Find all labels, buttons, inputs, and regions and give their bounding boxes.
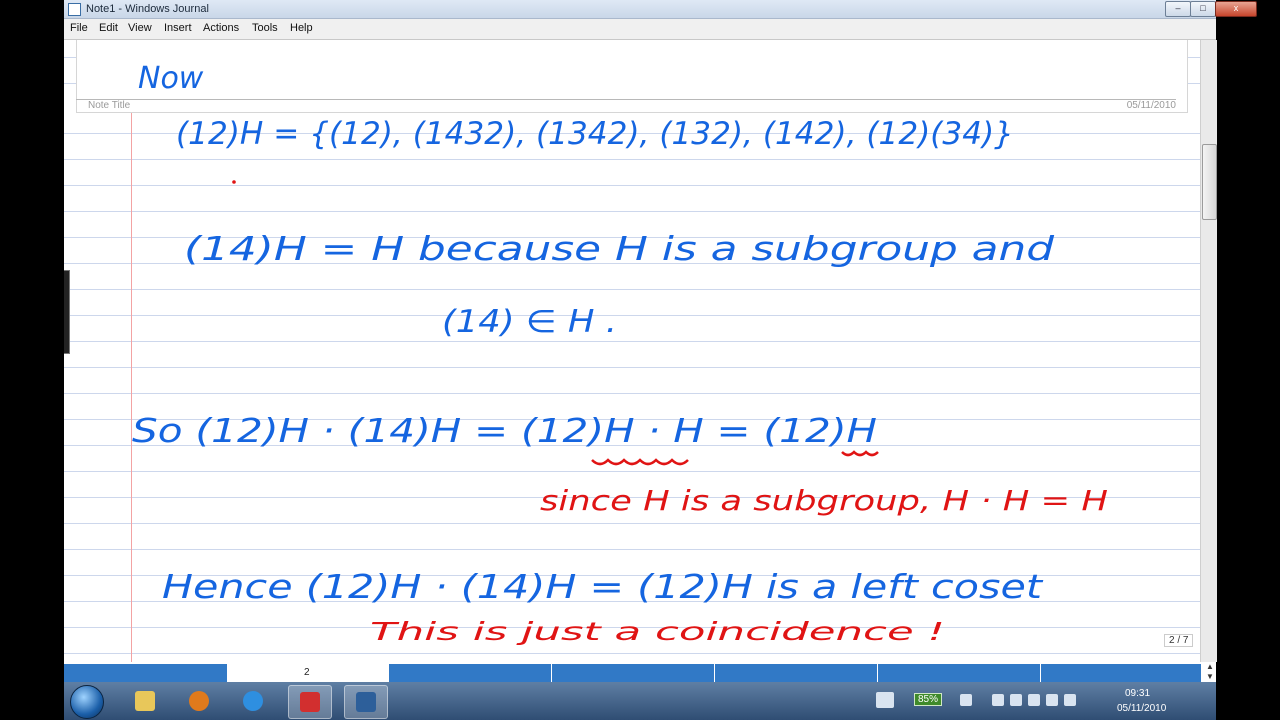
page-tab[interactable] bbox=[64, 664, 228, 682]
ink-underbrace-HH bbox=[591, 458, 689, 466]
page-indicator: 2 / 7 bbox=[1164, 634, 1194, 647]
media-player-taskbar-button[interactable] bbox=[178, 685, 220, 717]
pdf-taskbar-button[interactable] bbox=[288, 685, 332, 719]
menu-tools[interactable]: Tools bbox=[252, 22, 278, 34]
journal-taskbar-button[interactable] bbox=[344, 685, 388, 719]
explorer-taskbar-button[interactable] bbox=[124, 685, 166, 717]
ink-14H-eq-H: (14)H = H because H is a subgroup and bbox=[184, 229, 1055, 268]
scroll-thumb[interactable] bbox=[1202, 144, 1217, 220]
page-strip: 2 ▲ ▼ bbox=[64, 662, 1216, 682]
menu-bar: File Edit View Insert Actions Tools Help bbox=[64, 19, 1216, 40]
power-icon[interactable] bbox=[1028, 694, 1040, 706]
ink-now: Now bbox=[138, 61, 204, 96]
note-canvas[interactable]: Note Title 05/11/2010 Now (12)H = {(12),… bbox=[64, 40, 1200, 662]
clock-time[interactable]: 09:31 bbox=[1125, 688, 1150, 699]
menu-view[interactable]: View bbox=[128, 22, 152, 34]
volume-icon[interactable] bbox=[1064, 694, 1076, 706]
page-tab[interactable] bbox=[389, 664, 552, 682]
internet-explorer-icon bbox=[243, 691, 263, 711]
journal-app-icon bbox=[68, 3, 81, 16]
ink-14-in-H: (14) ∈ H . bbox=[442, 304, 617, 340]
start-button[interactable] bbox=[70, 685, 104, 719]
ink-underbrace-H bbox=[841, 450, 879, 457]
page-scroll-arrows[interactable]: ▲ ▼ bbox=[1204, 662, 1216, 682]
menu-help[interactable]: Help bbox=[290, 22, 313, 34]
ink-hence: Hence (12)H · (14)H = (12)H is a left co… bbox=[162, 567, 1043, 606]
vertical-scrollbar[interactable] bbox=[1200, 40, 1217, 662]
minimize-button[interactable]: – bbox=[1165, 1, 1191, 17]
flag-icon[interactable] bbox=[1010, 694, 1022, 706]
wifi-icon[interactable] bbox=[1046, 694, 1058, 706]
ink-since-note: since H is a subgroup, H · H = H bbox=[540, 484, 1108, 517]
window-title-bar[interactable]: Note1 - Windows Journal – □ x bbox=[64, 0, 1257, 19]
ink-so-product: So (12)H · (14)H = (12)H · H = (12)H bbox=[132, 411, 877, 450]
menu-insert[interactable]: Insert bbox=[164, 22, 192, 34]
maximize-button[interactable]: □ bbox=[1190, 1, 1216, 17]
page-tab[interactable] bbox=[552, 664, 715, 682]
tray-overflow-icon[interactable] bbox=[992, 694, 1004, 706]
media-player-icon bbox=[189, 691, 209, 711]
battery-indicator[interactable]: 85% bbox=[914, 693, 943, 706]
windows-taskbar: 85% 09:31 05/11/2010 bbox=[64, 682, 1216, 720]
ink-coset-12H: (12)H = {(12), (1432), (1342), (132), (1… bbox=[176, 116, 1014, 152]
page-tab[interactable] bbox=[878, 664, 1041, 682]
network-icon[interactable] bbox=[960, 694, 972, 706]
window-title: Note1 - Windows Journal bbox=[86, 3, 209, 15]
pdf-icon bbox=[300, 692, 320, 712]
ink-stray-dot bbox=[232, 180, 236, 184]
explorer-icon bbox=[135, 691, 155, 711]
menu-file[interactable]: File bbox=[70, 22, 88, 34]
current-page-number[interactable]: 2 bbox=[304, 667, 310, 678]
page-tab[interactable] bbox=[1041, 664, 1202, 682]
left-edge-tab[interactable] bbox=[64, 270, 70, 354]
pen-input-icon[interactable] bbox=[876, 692, 894, 708]
page-tab[interactable] bbox=[715, 664, 878, 682]
journal-icon bbox=[356, 692, 376, 712]
internet-explorer-taskbar-button[interactable] bbox=[232, 685, 274, 717]
menu-edit[interactable]: Edit bbox=[99, 22, 118, 34]
handwriting-ink: Now (12)H = {(12), (1432), (1342), (132)… bbox=[132, 61, 1108, 646]
menu-actions[interactable]: Actions bbox=[203, 22, 239, 34]
close-button[interactable]: x bbox=[1215, 1, 1257, 17]
clock-date[interactable]: 05/11/2010 bbox=[1117, 703, 1166, 714]
ink-coincidence: This is just a coincidence ! bbox=[370, 617, 945, 646]
